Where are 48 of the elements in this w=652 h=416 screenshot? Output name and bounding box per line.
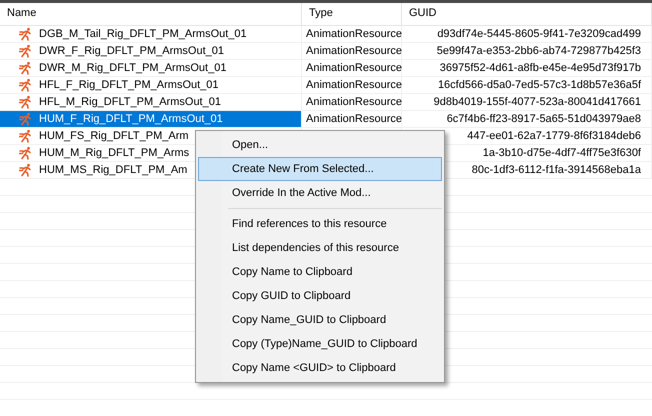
name-cell[interactable]: DWR_M_Rig_DFLT_PM_ArmsOut_01 bbox=[0, 60, 302, 76]
resource-name: HFL_M_Rig_DFLT_PM_ArmsOut_01 bbox=[39, 95, 221, 110]
resource-name: DWR_F_Rig_DFLT_PM_ArmsOut_01 bbox=[39, 44, 224, 59]
guid-cell: 36975f52-4d61-a8fb-e45e-4e95d73f917b bbox=[402, 60, 652, 76]
running-figure-icon bbox=[19, 129, 33, 143]
column-header[interactable]: GUID bbox=[402, 3, 652, 25]
guid-cell: 5e99f47a-e353-2bb6-ab74-729877b425f3 bbox=[402, 43, 652, 59]
resource-name: HUM_M_Rig_DFLT_PM_Arms bbox=[39, 146, 190, 161]
name-cell[interactable]: HUM_F_Rig_DFLT_PM_ArmsOut_01 bbox=[0, 111, 302, 127]
menu-item[interactable]: Copy Name_GUID to Clipboard bbox=[198, 308, 442, 332]
resource-name: HFL_F_Rig_DFLT_PM_ArmsOut_01 bbox=[39, 78, 219, 93]
resource-name: HUM_FS_Rig_DFLT_PM_Arm bbox=[39, 129, 189, 144]
name-cell[interactable]: HFL_F_Rig_DFLT_PM_ArmsOut_01 bbox=[0, 77, 302, 93]
menu-item[interactable]: Copy (Type)Name_GUID to Clipboard bbox=[198, 332, 442, 356]
type-cell: AnimationResource bbox=[302, 43, 402, 59]
running-figure-icon bbox=[19, 146, 33, 160]
guid-cell: d93df74e-5445-8605-9f41-7e3209cad499 bbox=[402, 26, 652, 42]
guid-cell: 16cfd566-d5a0-7ed5-57c3-1d8b57e36a5f bbox=[402, 77, 652, 93]
menu-item[interactable]: Copy Name to Clipboard bbox=[198, 260, 442, 284]
name-cell[interactable]: HFL_M_Rig_DFLT_PM_ArmsOut_01 bbox=[0, 94, 302, 110]
column-header[interactable]: Type bbox=[302, 3, 402, 25]
menu-item[interactable]: Override In the Active Mod... bbox=[198, 181, 442, 205]
name-cell[interactable]: DGB_M_Tail_Rig_DFLT_PM_ArmsOut_01 bbox=[0, 26, 302, 42]
menu-item[interactable]: Find references to this resource bbox=[198, 212, 442, 236]
type-cell: AnimationResource bbox=[302, 111, 402, 127]
running-figure-icon bbox=[19, 44, 33, 58]
type-cell: AnimationResource bbox=[302, 77, 402, 93]
type-cell: AnimationResource bbox=[302, 26, 402, 42]
type-cell: AnimationResource bbox=[302, 94, 402, 110]
resource-name: DGB_M_Tail_Rig_DFLT_PM_ArmsOut_01 bbox=[39, 27, 247, 42]
resource-name: DWR_M_Rig_DFLT_PM_ArmsOut_01 bbox=[39, 61, 226, 76]
menu-item[interactable]: Copy Name <GUID> to Clipboard bbox=[198, 356, 442, 380]
running-figure-icon bbox=[19, 78, 33, 92]
menu-item[interactable]: List dependencies of this resource bbox=[198, 236, 442, 260]
menu-item[interactable]: Copy GUID to Clipboard bbox=[198, 284, 442, 308]
name-cell[interactable]: DWR_F_Rig_DFLT_PM_ArmsOut_01 bbox=[0, 43, 302, 59]
guid-cell: 6c7f4b6-ff23-8917-5a65-51d043979ae8 bbox=[402, 111, 652, 127]
running-figure-icon bbox=[19, 112, 33, 126]
running-figure-icon bbox=[19, 163, 33, 177]
type-cell: AnimationResource bbox=[302, 60, 402, 76]
resource-name: HUM_F_Rig_DFLT_PM_ArmsOut_01 bbox=[39, 112, 223, 127]
running-figure-icon bbox=[19, 27, 33, 41]
menu-item[interactable]: Create New From Selected... bbox=[198, 157, 442, 181]
column-header[interactable]: Name bbox=[0, 3, 302, 25]
running-figure-icon bbox=[19, 61, 33, 75]
resource-name: HUM_MS_Rig_DFLT_PM_Am bbox=[39, 163, 188, 178]
guid-cell: 9d8b4019-155f-4077-523a-80041d417661 bbox=[402, 94, 652, 110]
running-figure-icon bbox=[19, 95, 33, 109]
